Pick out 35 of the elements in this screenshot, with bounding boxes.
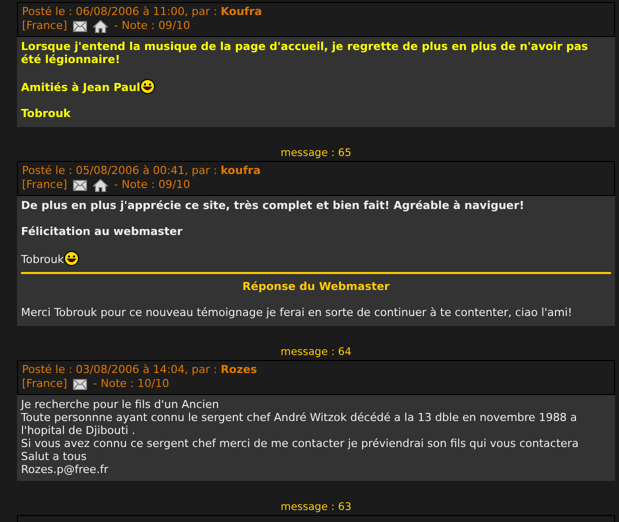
message-number: message : 64 xyxy=(280,346,352,358)
post-text: Félicitation au webmaster xyxy=(21,225,182,238)
author-name: Rozes xyxy=(220,363,258,376)
house-icon[interactable] xyxy=(93,20,108,32)
post-text: Si vous avez connu ce sergent chef merci de me contacter je préviendrai son fils qui vous contactera xyxy=(21,437,580,450)
author-name: koufra xyxy=(220,164,261,177)
post-text: Tobrouk xyxy=(21,253,64,266)
note-label: - Note : 09/10 xyxy=(114,19,190,33)
envelope-icon[interactable] xyxy=(73,180,88,190)
reply-text: Merci Tobrouk pour ce nouveau témoignage je ferai en sorte de continuer à te contenter, ciao l'ami! xyxy=(21,306,574,319)
reply-title: Réponse du Webmaster xyxy=(241,280,391,293)
post-text: Amitiés à Jean Paul xyxy=(21,81,140,94)
smiley-icon xyxy=(140,79,156,94)
post-text: Tobrouk xyxy=(21,107,71,120)
note-label: - Note : 09/10 xyxy=(114,178,190,192)
house-icon[interactable] xyxy=(93,178,108,192)
message-number: message : 65 xyxy=(280,147,352,159)
envelope-icon[interactable] xyxy=(73,20,88,32)
country-label: [France] xyxy=(22,178,68,192)
country-label: [France] xyxy=(22,377,68,391)
post-text: Toute personnne ayant connu le sergent chef André Witzok décédé a la 13 dble en novembre 1988 a l'hopital de Djibouti . xyxy=(21,411,578,437)
post-text: Lorsque j'entend la musique de la page d'accueil, je regrette de plus en plus de n'avoir pas été légionnaire! xyxy=(21,40,588,66)
country-label: [France] xyxy=(22,19,68,33)
post-date: Posté le : 05/08/2006 à 00:41, par : xyxy=(22,164,218,177)
post-text: De plus en plus j'apprécie ce site, très complet et bien fait! Agréable à naviguer! xyxy=(21,199,524,212)
note-label: - Note : 10/10 xyxy=(93,377,170,391)
post-date: Posté le : 06/08/2006 à 11:00, par : xyxy=(22,5,218,18)
envelope-icon[interactable] xyxy=(73,378,88,390)
smiley-icon xyxy=(64,251,79,266)
message-number: message : 63 xyxy=(280,501,352,513)
post-text: Salut a tous xyxy=(21,450,88,463)
post-date: Posté le : 03/08/2006 à 14:04, par : xyxy=(22,363,218,376)
post-text: Je recherche pour le fils d'un Ancien xyxy=(21,398,220,411)
author-name: Koufra xyxy=(220,5,262,18)
post-text: Rozes.p@free.fr xyxy=(21,463,110,476)
